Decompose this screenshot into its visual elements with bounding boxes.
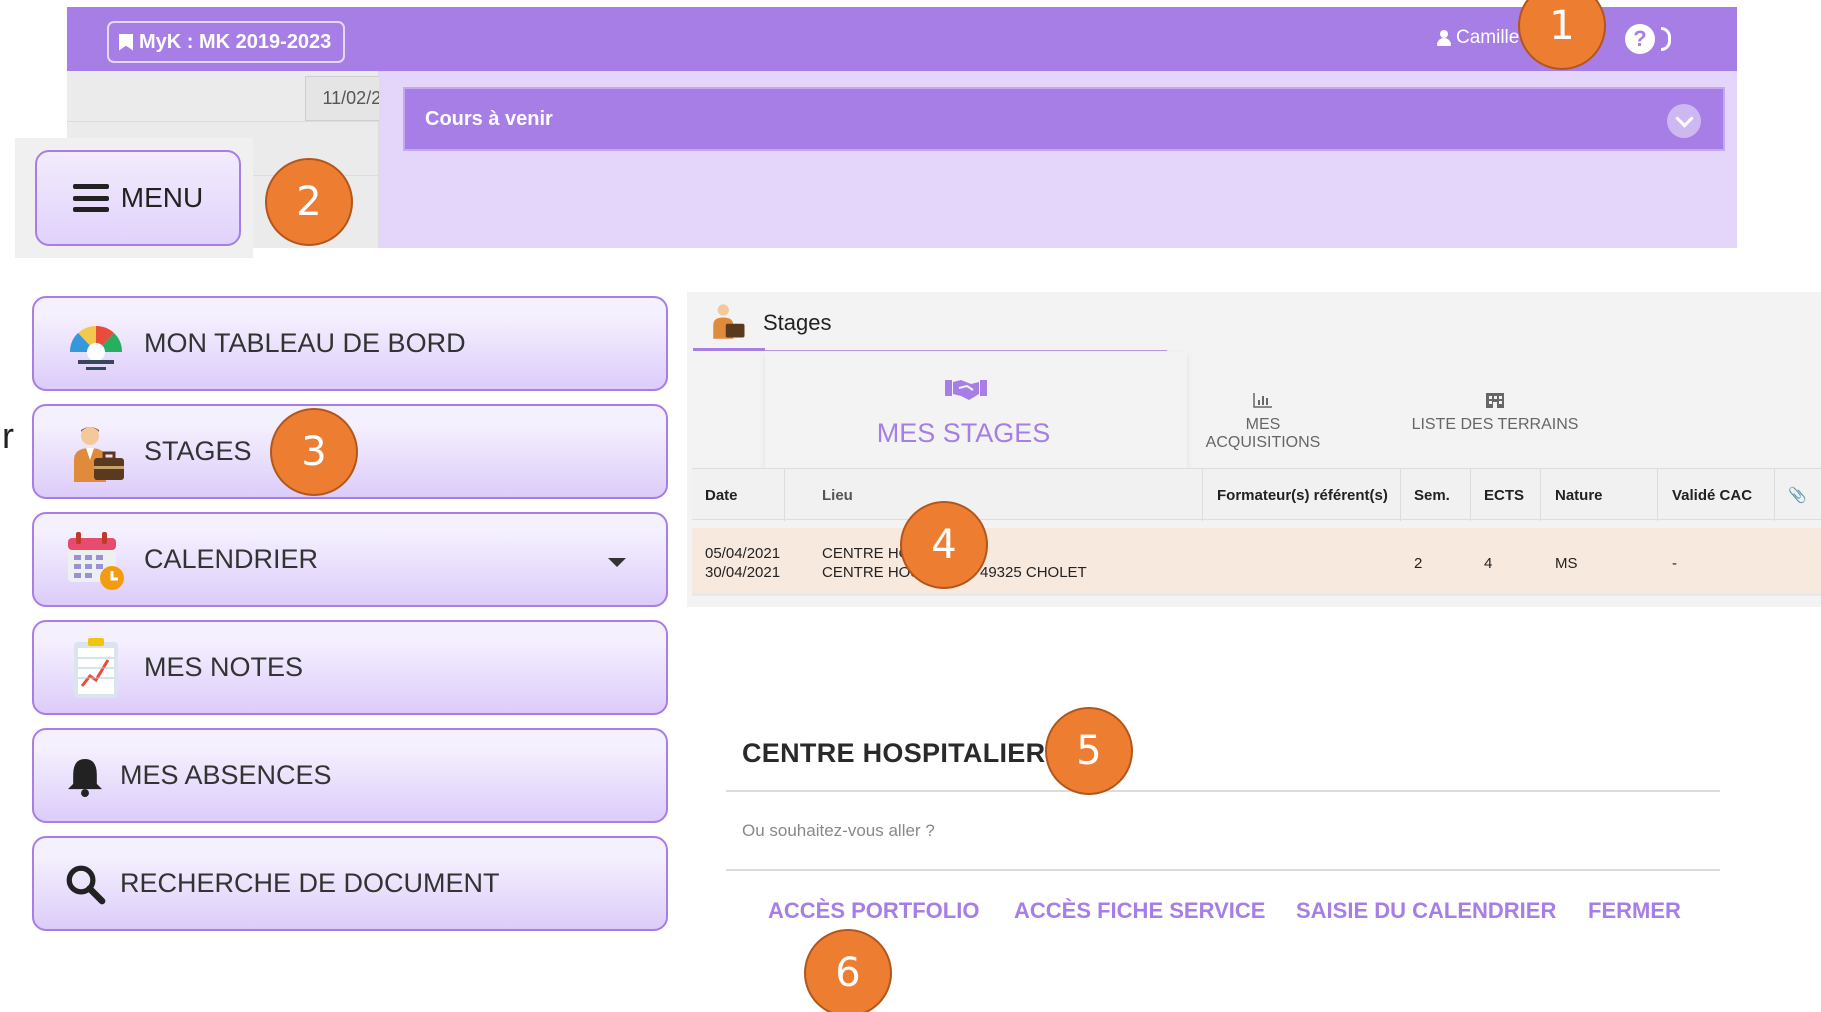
divider <box>1540 469 1541 521</box>
divider <box>1774 469 1775 521</box>
lieu-city: 49325 CHOLET <box>980 564 1087 581</box>
callout-marker-6: 6 <box>804 929 892 1012</box>
sem-value: 2 <box>1414 555 1423 572</box>
callout-marker-2: 2 <box>265 158 353 246</box>
help-icon[interactable]: ? <box>1625 24 1655 54</box>
table-row[interactable]: 05/04/2021 30/04/2021 CENTRE HO CENTRE H… <box>692 528 1821 596</box>
upcoming-courses-panel[interactable]: Cours à venir <box>403 87 1725 151</box>
search-icon <box>66 865 106 904</box>
valide-value: - <box>1672 555 1677 572</box>
date-start: 05/04/2021 <box>705 545 781 562</box>
building-icon <box>1486 393 1504 408</box>
tab-mes-acquisitions[interactable]: MES ACQUISITIONS <box>1188 392 1338 452</box>
nav-label: MES ABSENCES <box>120 760 332 790</box>
nav-label: MES NOTES <box>144 652 304 682</box>
dialog-title: CENTRE HOSPITALIER <box>742 738 1046 768</box>
table-header: Date Lieu Formateur(s) référent(s) Sem. … <box>692 468 1821 521</box>
column-header[interactable]: Sem. <box>1414 469 1450 521</box>
program-selector[interactable]: MyK : MK 2019-2023 <box>107 21 346 63</box>
paperclip-icon: 📎 <box>1788 487 1807 504</box>
service-sheet-link[interactable]: ACCÈS FICHE SERVICE <box>1014 898 1265 924</box>
handshake-icon <box>945 380 987 400</box>
callout-marker-4: 4 <box>900 501 988 589</box>
nav-item-absences[interactable]: MES ABSENCES <box>32 728 668 823</box>
trainee-briefcase-icon <box>74 426 124 482</box>
column-header[interactable]: Validé CAC <box>1672 469 1752 521</box>
menu-button[interactable]: MENU <box>35 150 241 246</box>
divider <box>726 869 1720 871</box>
nav-label: STAGES <box>144 436 252 466</box>
chevron-down-icon[interactable] <box>1667 104 1701 138</box>
column-header[interactable]: Date <box>705 469 738 521</box>
callout-marker-5: 5 <box>1045 707 1133 795</box>
user-name: Camille <box>1456 27 1520 48</box>
divider <box>784 469 785 521</box>
nav-label: RECHERCHE DE DOCUMENT <box>120 868 500 898</box>
nav-item-calendar[interactable]: CALENDRIER <box>32 512 668 607</box>
divider <box>1657 469 1658 521</box>
date-end: 30/04/2021 <box>705 564 781 581</box>
logout-icon[interactable] <box>1661 27 1671 51</box>
close-link[interactable]: FERMER <box>1588 898 1681 924</box>
dialog-prompt: Ou souhaitez-vous aller ? <box>742 821 935 840</box>
column-header[interactable]: Formateur(s) référent(s) <box>1217 469 1388 521</box>
divider <box>1400 469 1401 521</box>
tab-label: LISTE DES TERRAINS <box>1411 416 1579 433</box>
portfolio-access-link[interactable]: ACCÈS PORTFOLIO <box>768 898 979 924</box>
nature-value: MS <box>1555 555 1578 572</box>
divider <box>1470 469 1471 521</box>
nav-item-document-search[interactable]: RECHERCHE DE DOCUMENT <box>32 836 668 931</box>
bookmark-icon <box>119 33 133 51</box>
column-header[interactable]: Nature <box>1555 469 1603 521</box>
user-menu[interactable]: Camille <box>1437 27 1519 49</box>
nav-label: CALENDRIER <box>144 544 319 574</box>
tab-label: MES STAGES <box>876 418 1051 448</box>
program-label: MyK : MK 2019-2023 <box>139 30 332 53</box>
calendar-clock-icon <box>68 531 124 590</box>
menu-label: MENU <box>120 182 204 213</box>
column-header[interactable]: Lieu <box>822 469 853 521</box>
divider <box>1202 469 1203 521</box>
nav-item-notes[interactable]: MES NOTES <box>32 620 668 715</box>
tab-label: MES ACQUISITIONS <box>1205 416 1321 451</box>
tab-liste-des-terrains[interactable]: LISTE DES TERRAINS <box>1410 392 1580 434</box>
stray-letter: r <box>2 415 14 456</box>
nav-item-dashboard[interactable]: MON TABLEAU DE BORD <box>32 296 668 391</box>
hamburger-icon <box>72 184 109 212</box>
divider <box>67 121 379 122</box>
lieu: CENTRE HO <box>822 545 911 562</box>
clipboard-chart-icon <box>74 637 118 698</box>
callout-marker-3: 3 <box>270 408 358 496</box>
tab-mes-stages[interactable]: MES STAGES <box>765 352 1187 482</box>
user-icon <box>1437 30 1451 46</box>
page-title: Stages <box>763 310 832 335</box>
divider <box>726 790 1720 792</box>
caret-down-icon[interactable] <box>608 558 626 567</box>
app-header: MyK : MK 2019-2023 Camille ? <box>67 7 1737 71</box>
bar-chart-icon <box>1253 393 1272 408</box>
title-underline-accent <box>693 348 765 351</box>
upcoming-courses-label: Cours à venir <box>425 107 553 130</box>
column-header[interactable]: ECTS <box>1484 469 1524 521</box>
ects-value: 4 <box>1484 555 1493 572</box>
calendar-entry-link[interactable]: SAISIE DU CALENDRIER <box>1296 898 1556 924</box>
help-glyph: ? <box>1633 26 1647 51</box>
bell-icon <box>67 758 103 797</box>
nav-label: MON TABLEAU DE BORD <box>144 328 466 358</box>
trainee-briefcase-icon <box>713 304 745 339</box>
dashboard-gauge-icon <box>69 325 123 370</box>
